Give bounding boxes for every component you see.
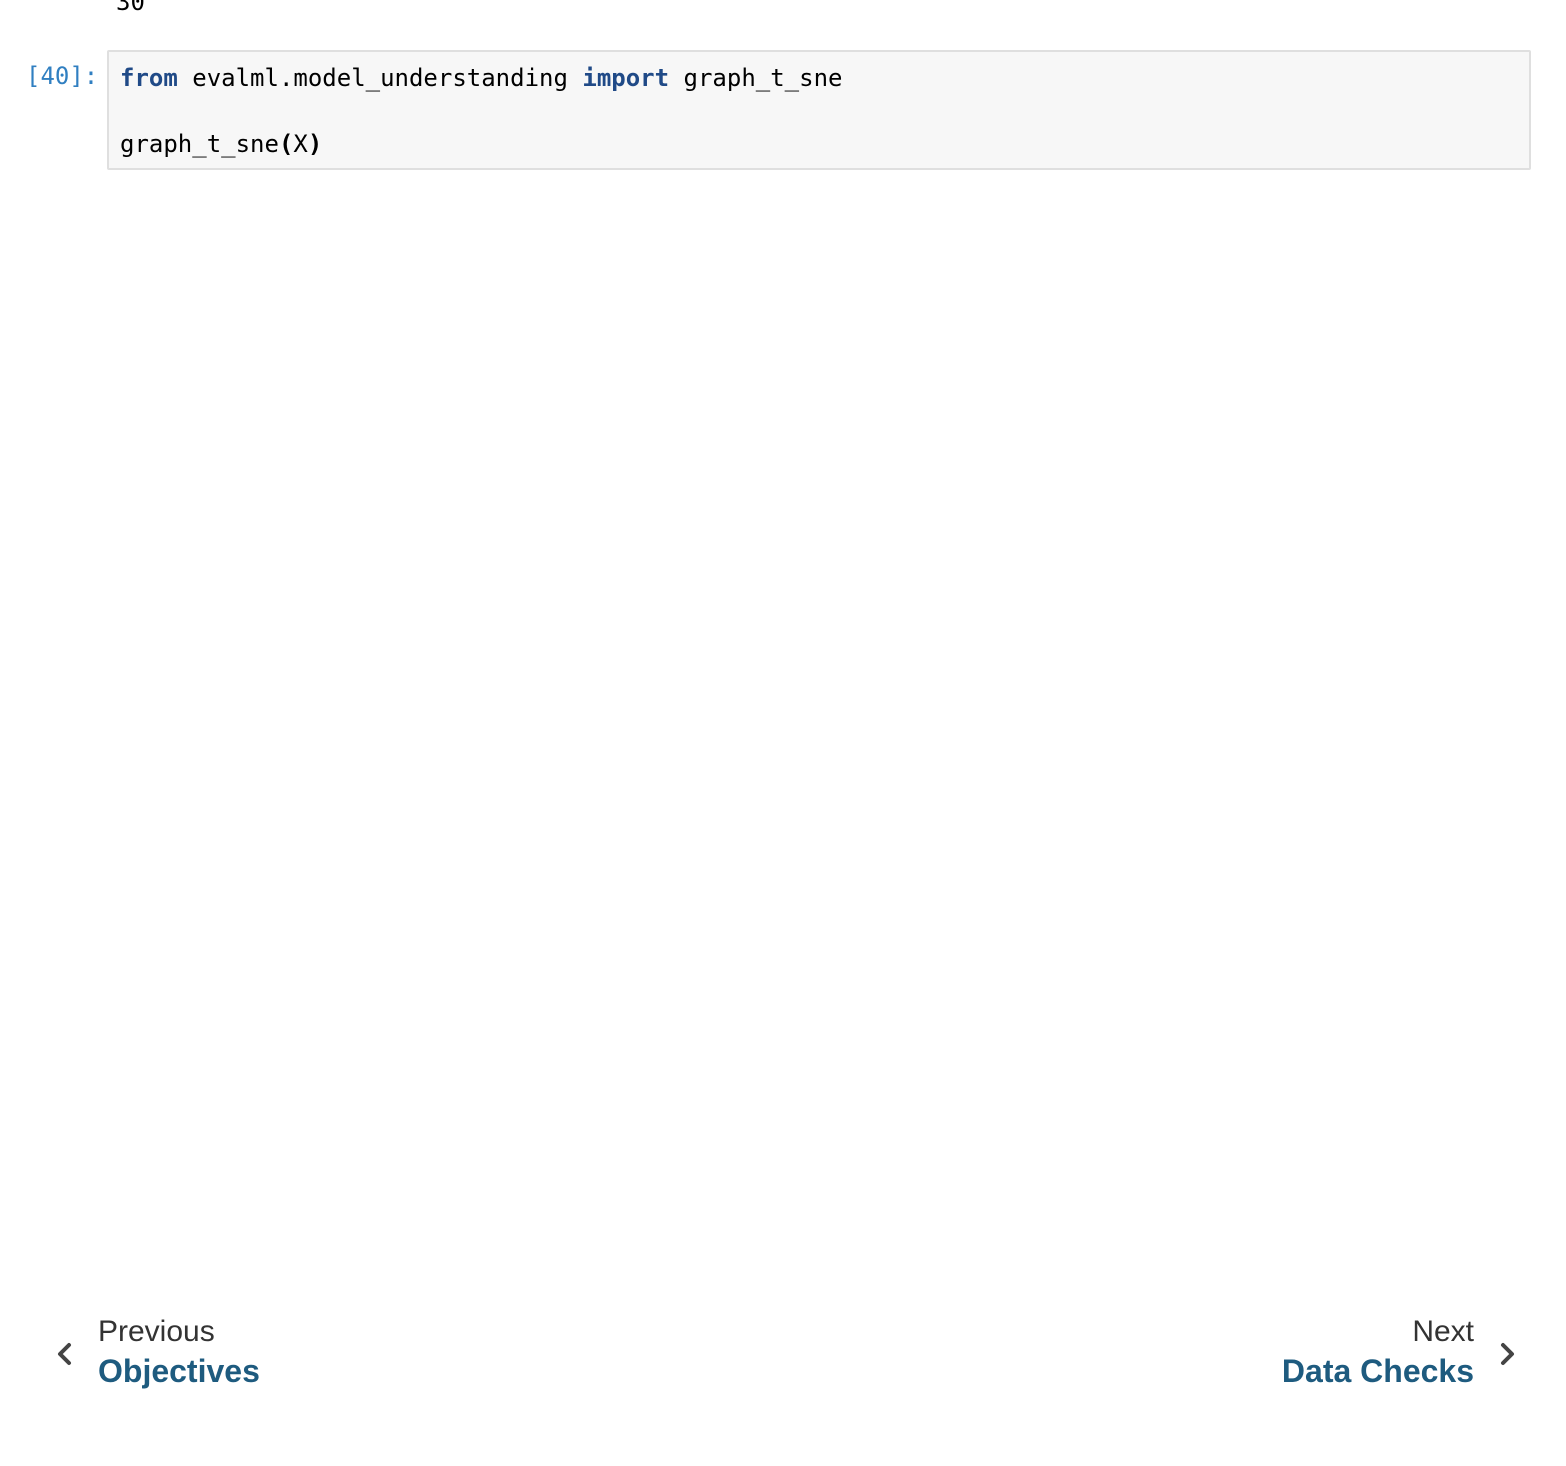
function-call: graph_t_sne [120,130,279,158]
previous-page-link[interactable]: Previous Objectives [52,1314,260,1392]
previous-title[interactable]: Objectives [98,1350,260,1392]
keyword-import: import [582,64,670,92]
chevron-right-icon [1494,1341,1520,1367]
open-paren: ( [278,130,294,158]
cell-prompt: [40]: [26,62,99,90]
imported-name: graph_t_sne [669,64,843,92]
module-name: evalml.model_understanding [177,64,583,92]
next-page-link[interactable]: Next Data Checks [1282,1314,1520,1392]
call-argument: X [293,130,308,158]
chevron-left-icon [52,1341,78,1367]
code-line-3: graph_t_sne(X) [120,130,322,158]
previous-cell-output: 30 [116,0,145,16]
next-title[interactable]: Data Checks [1282,1350,1474,1392]
previous-label: Previous [98,1315,215,1348]
code-line-1: from evalml.model_understanding import g… [120,64,842,92]
next-label: Next [1412,1315,1474,1348]
close-paren: ) [307,130,323,158]
previous-page-nav: Previous Objectives [52,1314,260,1392]
code-editor[interactable]: from evalml.model_understanding import g… [107,50,1531,170]
keyword-from: from [120,64,178,92]
next-page-nav: Next Data Checks [1282,1314,1520,1392]
